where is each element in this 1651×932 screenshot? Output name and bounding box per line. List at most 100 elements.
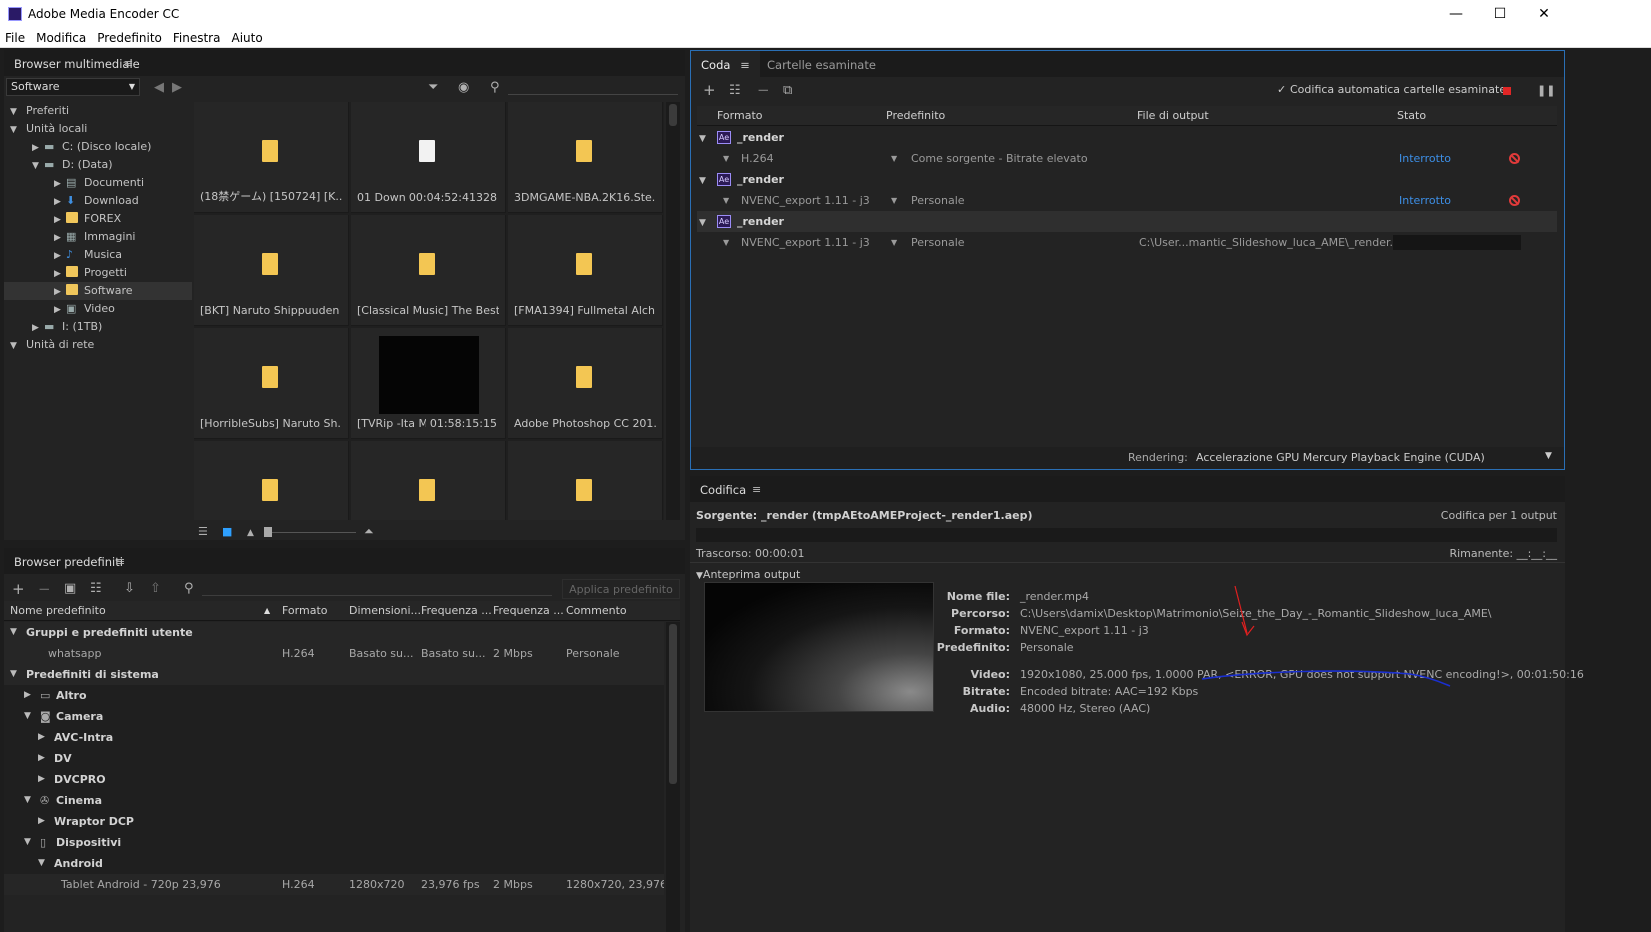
output-format[interactable]: H.264 xyxy=(741,148,774,169)
menu-modifica[interactable]: Modifica xyxy=(31,28,92,45)
expander-icon[interactable]: ▼ xyxy=(10,622,17,643)
preset-row[interactable]: ▼ Predefiniti di sistema xyxy=(4,664,664,685)
thumbnail-item[interactable] xyxy=(508,441,663,520)
chevron-down-icon[interactable]: ▼ xyxy=(723,232,729,253)
expander-icon[interactable]: ▶ xyxy=(32,139,44,157)
preset-settings-icon[interactable]: ☷ xyxy=(90,582,102,596)
thumbnail-item[interactable]: [Classical Music] The Best... xyxy=(351,215,506,326)
col-formato[interactable]: Formato xyxy=(717,106,763,126)
menu-finestra[interactable]: Finestra xyxy=(168,28,227,45)
tree-item[interactable]: ▶ ▦ Immagini xyxy=(4,228,192,246)
col-file-output[interactable]: File di output xyxy=(1137,106,1209,126)
preset-row[interactable]: ▶ DVCPRO xyxy=(4,769,664,790)
auto-encode-checkbox[interactable]: ✓ xyxy=(1277,83,1286,96)
thumbnail-item[interactable]: [TVRip -Ita M... 01:58:15:15 xyxy=(351,328,506,439)
tree-item[interactable]: ▶ Software xyxy=(4,282,192,300)
expander-icon[interactable]: ▼ xyxy=(697,129,717,150)
col-stato[interactable]: Stato xyxy=(1397,106,1426,126)
search-icon[interactable]: ⚲ xyxy=(184,582,194,596)
tab-cartelle-esaminate[interactable]: Cartelle esaminate xyxy=(757,51,886,77)
expander-icon[interactable]: ▶ xyxy=(38,748,45,769)
expander-icon[interactable]: ▼ xyxy=(24,706,31,727)
thumbnail-size-slider[interactable] xyxy=(264,527,356,537)
col-frame-rate[interactable]: Frequenza ... xyxy=(421,601,492,621)
output-preset[interactable]: Come sorgente - Bitrate elevato xyxy=(911,148,1088,169)
preset-row[interactable]: ▼ ✇ Cinema xyxy=(4,790,664,811)
expander-icon[interactable]: ▶ xyxy=(54,193,66,211)
tree-item[interactable]: ▶ ▤ Documenti xyxy=(4,174,192,192)
zoom-in-icon[interactable]: ⏶ xyxy=(364,524,374,538)
output-preset[interactable]: Personale xyxy=(911,232,965,253)
chevron-down-icon[interactable]: ▼ xyxy=(891,148,897,169)
queue-item-header[interactable]: ▼ Ae _render xyxy=(697,127,1557,148)
queue-output-row[interactable]: ▼ NVENC_export 1.11 - j3 ▼ Personale C:\User… xyxy=(697,232,1557,253)
expander-icon[interactable]: ▶ xyxy=(54,211,66,229)
tab-coda[interactable]: Coda ≡ xyxy=(691,51,760,77)
preset-row[interactable]: ▼ ◙ Camera xyxy=(4,706,664,727)
add-source-icon[interactable]: + xyxy=(703,83,716,98)
expander-icon[interactable]: ▶ xyxy=(54,175,66,193)
preset-row[interactable]: ▶ ▭ Altro xyxy=(4,685,664,706)
apply-preset-button[interactable]: Applica predefinito xyxy=(562,579,680,599)
col-predefinito[interactable]: Predefinito xyxy=(886,106,945,126)
queue-item-header[interactable]: ▼ Ae _render xyxy=(697,211,1557,232)
tree-item[interactable]: ▼ Preferiti xyxy=(4,102,192,120)
preset-row[interactable]: ▶ DV xyxy=(4,748,664,769)
tree-item[interactable]: ▶ ♪ Musica xyxy=(4,246,192,264)
output-format[interactable]: NVENC_export 1.11 - j3 xyxy=(741,232,870,253)
add-preset-icon[interactable]: + xyxy=(12,582,25,597)
location-dropdown[interactable]: Software ▼ xyxy=(6,78,140,96)
forward-arrow-icon[interactable]: ▶ xyxy=(172,81,182,95)
maximize-icon[interactable]: ☐ xyxy=(1485,3,1515,25)
export-preset-icon[interactable]: ⇧ xyxy=(150,582,161,596)
grid-scrollbar[interactable] xyxy=(666,102,680,520)
menu-aiuto[interactable]: Aiuto xyxy=(226,28,268,45)
minimize-icon[interactable]: — xyxy=(1441,3,1471,25)
thumbnail-item[interactable] xyxy=(351,441,506,520)
chevron-down-icon[interactable]: ▼ xyxy=(1545,451,1552,461)
thumbnail-item[interactable]: Adobe Photoshop CC 201... xyxy=(508,328,663,439)
output-format[interactable]: NVENC_export 1.11 - j3 xyxy=(741,190,870,211)
eye-icon[interactable]: ◉ xyxy=(458,81,469,95)
thumbnail-item[interactable]: [FMA1394] Fullmetal Alch... xyxy=(508,215,663,326)
filter-icon[interactable]: ⏷ xyxy=(428,81,438,95)
col-dimensions[interactable]: Dimensioni... xyxy=(349,601,421,621)
queue-output-row[interactable]: ▼ H.264 ▼ Come sorgente - Bitrate elevato In… xyxy=(697,148,1557,169)
expander-icon[interactable]: ▼ xyxy=(24,832,31,853)
expander-icon[interactable]: ▶ xyxy=(32,319,44,337)
preset-row[interactable]: ▶ AVC-Intra xyxy=(4,727,664,748)
col-comment[interactable]: Commento xyxy=(566,601,627,621)
status-link[interactable]: Interrotto xyxy=(1399,190,1451,211)
output-file-path[interactable]: C:\User...mantic_Slideshow_luca_AME\_ren… xyxy=(1139,232,1418,253)
tree-item[interactable]: ▶ ▬ C: (Disco locale) xyxy=(4,138,192,156)
chevron-down-icon[interactable]: ▼ xyxy=(723,148,729,169)
chevron-down-icon[interactable]: ▼ xyxy=(891,190,897,211)
output-preset[interactable]: Personale xyxy=(911,190,965,211)
expander-icon[interactable]: ▶ xyxy=(38,811,45,832)
expander-icon[interactable]: ▶ xyxy=(38,727,45,748)
expander-icon[interactable]: ▶ xyxy=(54,265,66,283)
tree-item[interactable]: ▶ ▬ I: (1TB) xyxy=(4,318,192,336)
tree-item[interactable]: ▶ FOREX xyxy=(4,210,192,228)
thumbnail-item[interactable]: 01 Down... 00:04:52:41328 xyxy=(351,102,506,213)
expander-icon[interactable]: ▼ xyxy=(10,337,22,355)
tree-item[interactable]: ▼ ▬ D: (Data) xyxy=(4,156,192,174)
expander-icon[interactable]: ▶ xyxy=(54,283,66,301)
list-view-icon[interactable]: ☰ xyxy=(198,525,208,539)
preset-row[interactable]: ▼ ▯ Dispositivi xyxy=(4,832,664,853)
col-format[interactable]: Formato xyxy=(282,601,328,621)
zoom-out-icon[interactable]: ▲ xyxy=(247,526,254,540)
tree-item[interactable]: ▶ ⬇ Download xyxy=(4,192,192,210)
search-icon[interactable]: ⚲ xyxy=(490,81,500,95)
import-preset-icon[interactable]: ⇩ xyxy=(124,582,135,596)
close-icon[interactable]: ✕ xyxy=(1529,3,1559,25)
pause-queue-button[interactable]: ❚❚ xyxy=(1537,84,1555,98)
expander-icon[interactable]: ▼ xyxy=(697,171,717,192)
expander-icon[interactable]: ▶ xyxy=(24,685,31,706)
col-bitrate[interactable]: Frequenza ... xyxy=(493,601,564,621)
expander-icon[interactable]: ▼ xyxy=(10,121,22,139)
menu-predefinito[interactable]: Predefinito xyxy=(92,28,168,45)
icon-view-icon[interactable]: ■ xyxy=(222,525,232,539)
duplicate-icon[interactable]: ⧉ xyxy=(783,84,792,98)
expander-icon[interactable]: ▶ xyxy=(54,301,66,319)
